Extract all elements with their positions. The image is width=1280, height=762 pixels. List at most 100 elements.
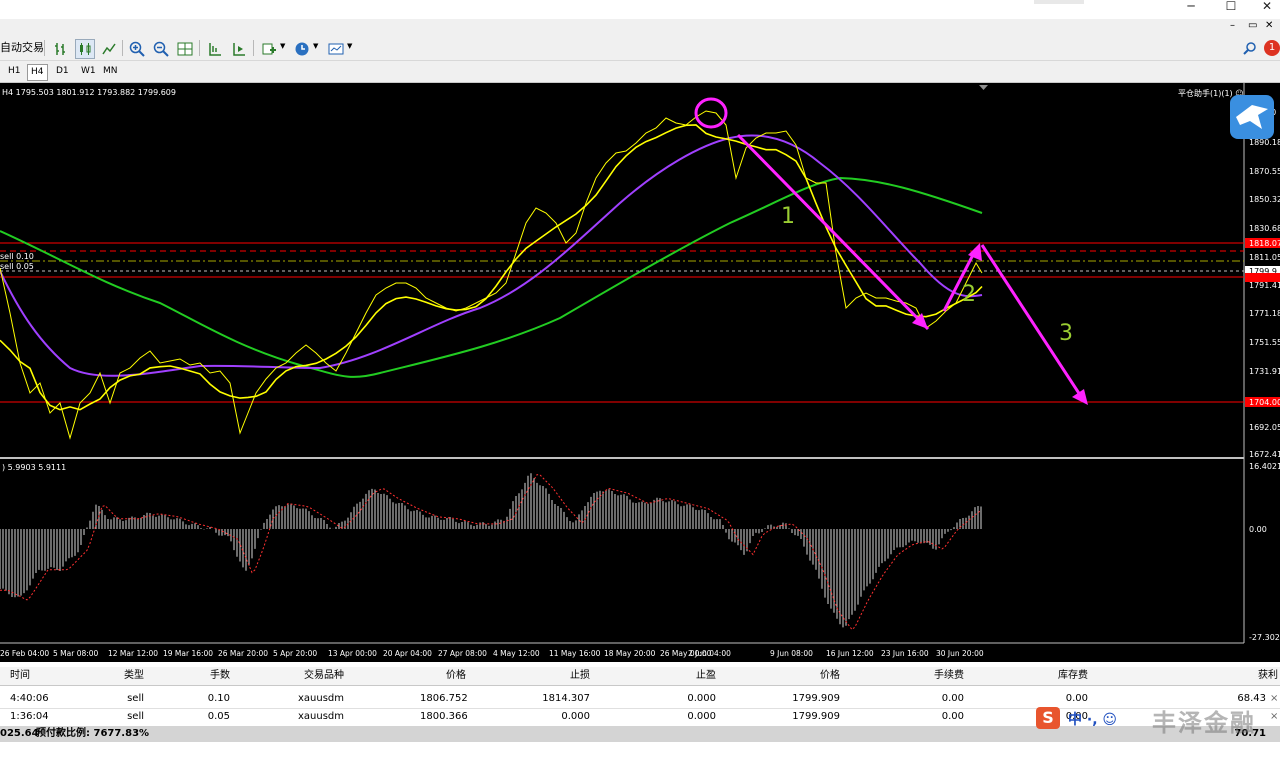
timeframe-h4[interactable]: H4 <box>27 64 48 81</box>
toolbar-separator <box>253 40 254 56</box>
zoom-out-icon[interactable] <box>151 39 171 59</box>
close-order-icon[interactable]: × <box>1270 692 1278 706</box>
price-tick: 1791.415 <box>1249 281 1280 290</box>
col-takeprofit[interactable]: 止盈 <box>670 669 716 683</box>
time-tick: 12 Mar 12:00 <box>108 649 158 658</box>
ime-status: 中 ·, ☺ <box>1068 712 1117 728</box>
time-tick: 26 Feb 04:00 <box>0 649 49 658</box>
cell-symbol: xauusdm <box>297 693 344 704</box>
macd-histogram <box>0 473 982 628</box>
time-tick: 20 Apr 04:00 <box>383 649 432 658</box>
ma-purple-line <box>0 134 983 377</box>
top-circle-annotation <box>694 97 728 129</box>
close-order-icon[interactable]: × <box>1270 710 1278 724</box>
target-price-label: 1704.00 <box>1249 398 1280 407</box>
notification-badge[interactable]: 1 <box>1264 40 1280 56</box>
candle-chart-icon[interactable] <box>75 39 95 59</box>
broker-logo <box>1230 95 1274 139</box>
time-tick: 11 May 16:00 <box>549 649 601 658</box>
indicators-icon[interactable] <box>259 39 279 59</box>
periods-clock-icon[interactable] <box>292 39 312 59</box>
col-volume[interactable]: 手数 <box>190 669 230 683</box>
cell-commission: 0.00 <box>941 711 964 722</box>
title-tab-stub <box>1034 0 1084 4</box>
subwindow-separator <box>0 457 1244 459</box>
time-axis-labels: 26 Feb 04:00 5 Mar 08:00 12 Mar 12:00 19 Ma… <box>0 649 984 658</box>
cell-volume: 0.05 <box>207 711 230 722</box>
time-tick: 4 May 12:00 <box>493 649 540 658</box>
col-time[interactable]: 时间 <box>10 669 30 683</box>
title-bar: ─ ☐ ✕ <box>0 0 1280 18</box>
mdi-minimize-button[interactable]: – <box>1230 20 1235 31</box>
mdi-close-button[interactable]: ✕ <box>1265 20 1273 31</box>
indicator-tick-bottom: -27.3024 <box>1249 633 1280 642</box>
time-tick: 30 Jun 20:00 <box>936 649 984 658</box>
mdi-control-bar: – ▭ ✕ <box>0 19 1280 37</box>
chevron-down-icon[interactable]: ▼ <box>280 42 285 50</box>
timeframe-w1[interactable]: W1 <box>78 64 99 79</box>
autotrade-button[interactable]: 自动交易 <box>0 39 44 57</box>
cell-commission: 0.00 <box>941 693 964 704</box>
time-tick: 26 Mar 20:00 <box>218 649 268 658</box>
chevron-down-icon[interactable]: ▼ <box>347 42 352 50</box>
cell-volume: 0.10 <box>207 693 230 704</box>
mdi-restore-button[interactable]: ▭ <box>1248 20 1257 31</box>
arrow-3-head <box>1072 389 1088 405</box>
col-symbol[interactable]: 交易品种 <box>290 669 344 683</box>
timeframe-bar: H1 H4 D1 W1 MN <box>0 61 1280 83</box>
time-tick: 18 May 20:00 <box>604 649 656 658</box>
indicator-tick-zero: 0.00 <box>1249 525 1267 534</box>
cell-type: sell <box>127 711 144 722</box>
cell-stoploss: 0.000 <box>561 711 590 722</box>
chevron-down-icon[interactable]: ▼ <box>313 42 318 50</box>
order-label-sell-2: sell 0.05 <box>0 262 34 271</box>
col-price[interactable]: 价格 <box>420 669 466 683</box>
red-level-tag <box>1245 273 1280 282</box>
ime-logo-icon: S <box>1036 707 1060 729</box>
tile-windows-icon[interactable] <box>175 39 195 59</box>
timeframe-h1[interactable]: H1 <box>5 64 24 79</box>
chart-shift-icon[interactable] <box>205 39 225 59</box>
ma-yellow-line <box>0 124 983 411</box>
toolbar-separator <box>199 40 200 56</box>
col-stoploss[interactable]: 止损 <box>530 669 590 683</box>
timeframe-d1[interactable]: D1 <box>53 64 72 79</box>
close-window-button[interactable]: ✕ <box>1252 0 1280 14</box>
line-chart-icon[interactable] <box>99 39 119 59</box>
price-chart[interactable]: H4 1795.503 1801.912 1793.882 1799.609 平… <box>0 83 1280 662</box>
price-tick: 1830.685 <box>1249 224 1280 233</box>
cell-time: 1:36:04 <box>10 711 49 722</box>
price-tick: 1751.550 <box>1249 338 1280 347</box>
main-toolbar: 自动交易 ▼ ▼ ▼ 1 <box>0 36 1280 61</box>
chart-shift-marker[interactable] <box>979 85 988 90</box>
ime-watermark-overlay: S 中 ·, ☺ 丰泽金融 <box>1036 705 1266 737</box>
price-tick: 1731.915 <box>1249 367 1280 376</box>
col-commission[interactable]: 手续费 <box>920 669 964 683</box>
col-current-price[interactable]: 价格 <box>790 669 840 683</box>
arrow-1-line <box>736 133 930 331</box>
toolbar-separator <box>122 40 123 56</box>
ohlc-readout: H4 1795.503 1801.912 1793.882 1799.609 <box>2 88 176 97</box>
cell-price: 1800.366 <box>420 711 468 722</box>
cell-stoploss: 1814.307 <box>542 693 590 704</box>
minimize-button[interactable]: ─ <box>1176 0 1206 14</box>
col-swap[interactable]: 库存费 <box>1040 669 1088 683</box>
time-tick: 16 Jun 12:00 <box>826 649 874 658</box>
col-type[interactable]: 类型 <box>100 669 144 683</box>
cell-takeprofit: 0.000 <box>687 711 716 722</box>
price-tick: 1890.185 <box>1249 138 1280 147</box>
bar-chart-icon[interactable] <box>51 39 71 59</box>
col-profit[interactable]: 获利 <box>1230 669 1278 683</box>
timeframe-mn[interactable]: MN <box>100 64 121 79</box>
price-tick: 1692.050 <box>1249 423 1280 432</box>
cell-time: 4:40:06 <box>10 693 49 704</box>
terminal-header-row: 时间 类型 手数 交易品种 价格 止损 止盈 价格 手续费 库存费 获利 <box>0 667 1280 686</box>
maximize-button[interactable]: ☐ <box>1216 0 1246 14</box>
templates-icon[interactable] <box>326 39 346 59</box>
margin-level: 预付款比例: 7677.83% <box>36 728 150 739</box>
autoscroll-icon[interactable] <box>229 39 249 59</box>
zoom-in-icon[interactable] <box>127 39 147 59</box>
search-icon[interactable] <box>1240 39 1260 59</box>
annotation-2: 2 <box>962 282 976 307</box>
indicator-readout: ) 5.9903 5.9111 <box>2 463 66 472</box>
